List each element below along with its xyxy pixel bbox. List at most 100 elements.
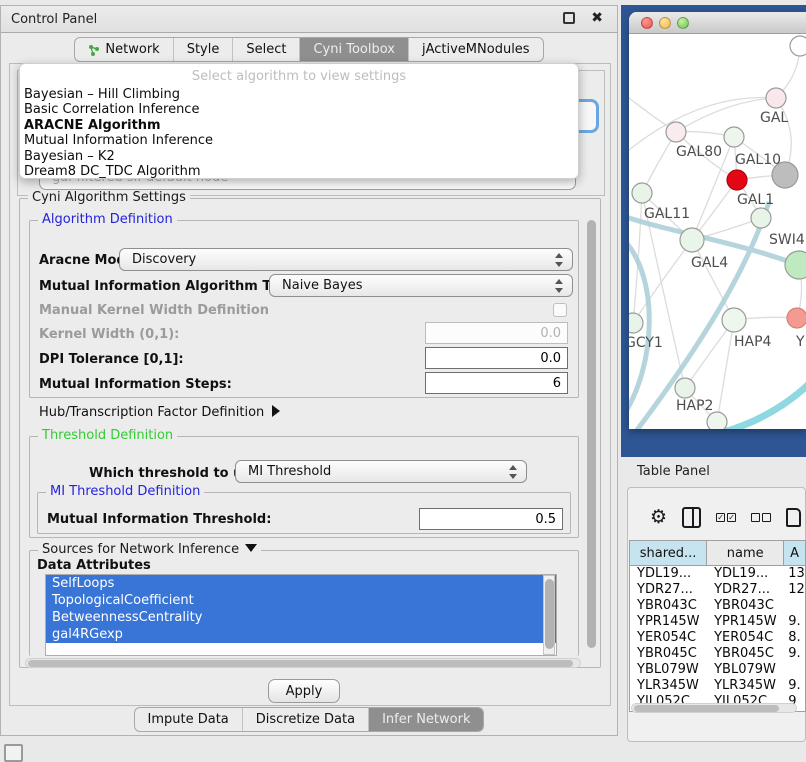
node-hap2[interactable]: [675, 378, 695, 398]
aracne-mode-combo[interactable]: Discovery: [119, 248, 573, 271]
algorithm-option-aracne[interactable]: ARACNE Algorithm: [20, 118, 578, 133]
cell: YLR345W: [707, 678, 784, 694]
mi-type-value: Naive Bayes: [282, 278, 362, 293]
algorithm-option-basic-correlation[interactable]: Basic Correlation Inference: [20, 102, 578, 117]
deselect-all-columns-icon[interactable]: [751, 513, 771, 522]
which-threshold-combo[interactable]: MI Threshold: [235, 460, 527, 483]
attribute-betweennesscentrality[interactable]: BetweennessCentrality: [46, 609, 556, 626]
manual-kernel-checkbox[interactable]: [553, 303, 567, 317]
tab-jactivemnodules[interactable]: jActiveMNodules: [409, 38, 543, 61]
tab-select[interactable]: Select: [233, 38, 300, 61]
node-unlabeled[interactable]: [790, 36, 806, 56]
export-table-icon[interactable]: [786, 508, 801, 527]
node-gal80[interactable]: [666, 122, 686, 142]
label-gal4: GAL4: [691, 255, 728, 271]
node-gal1-selected[interactable]: [727, 170, 747, 190]
bottom-tabstrip: Impute Data Discretize Data Infer Networ…: [1, 707, 617, 732]
control-panel-title: Control Panel: [11, 12, 97, 27]
table-horizontal-scrollbar[interactable]: [631, 703, 797, 713]
kernel-width-label: Kernel Width (0,1):: [39, 327, 179, 342]
tab-label: jActiveMNodules: [422, 42, 530, 57]
dpi-tolerance-field[interactable]: 0.0: [425, 347, 568, 369]
cell: YBL079W: [707, 662, 784, 678]
column-header-partial[interactable]: A: [784, 541, 805, 565]
settings-vertical-scrollbar[interactable]: [586, 202, 598, 664]
control-panel-titlebar[interactable]: Control Panel ✖: [1, 6, 617, 33]
network-view-window: GAL GAL80 GAL10 GAL1 GAL11 SWI4 GAL4 GCY…: [629, 12, 806, 429]
attribute-topologicalcoefficient[interactable]: TopologicalCoefficient: [46, 592, 556, 609]
sources-toggle[interactable]: Sources for Network Inference: [38, 542, 261, 557]
spinner-icon: [508, 465, 517, 479]
tab-infer-network[interactable]: Infer Network: [369, 708, 483, 731]
minimized-panel-icon[interactable]: [4, 744, 23, 762]
mi-threshold-label: Mutual Information Threshold:: [47, 512, 271, 527]
attribute-gal4rgexp[interactable]: gal4RGexp: [46, 626, 556, 643]
apply-button[interactable]: Apply: [268, 679, 340, 703]
node-gal11[interactable]: [632, 183, 652, 203]
tab-style[interactable]: Style: [174, 38, 234, 61]
node-gcy1[interactable]: [629, 313, 643, 333]
maximize-window-icon[interactable]: [677, 17, 689, 29]
collapsed-arrow-icon: [272, 405, 280, 417]
table-row[interactable]: YDL19...YDL19...13: [630, 566, 805, 582]
table-row[interactable]: YPR145WYPR145W9.: [630, 614, 805, 630]
table-row[interactable]: YLR345WYLR345W9.: [630, 678, 805, 694]
algorithm-option-bayesian-k2[interactable]: Bayesian – K2: [20, 149, 578, 164]
cell: YDR27...: [630, 582, 707, 598]
algorithm-option-dream8[interactable]: Dream8 DC_TDC Algorithm: [20, 164, 578, 179]
column-layout-icon[interactable]: [682, 507, 701, 528]
algorithm-option-bayesian-hill[interactable]: Bayesian – Hill Climbing: [20, 87, 578, 102]
close-window-icon[interactable]: [641, 17, 653, 29]
screen: Control Panel ✖ Network Style Select: [0, 0, 806, 762]
tab-label: Discretize Data: [256, 712, 355, 727]
column-header-shared-name[interactable]: shared...: [630, 541, 707, 565]
attributes-list-scrollbar[interactable]: [543, 575, 555, 655]
network-window-titlebar[interactable]: [629, 12, 806, 34]
label-gal11: GAL11: [644, 206, 690, 222]
node-gal10[interactable]: [724, 127, 744, 147]
table-row[interactable]: YBR043CYBR043C: [630, 598, 805, 614]
tab-discretize-data[interactable]: Discretize Data: [243, 708, 369, 731]
table-row[interactable]: YDR27...YDR27...12: [630, 582, 805, 598]
node-swi4[interactable]: [751, 208, 771, 228]
label-hap4: HAP4: [734, 334, 772, 350]
aracne-mode-value: Discovery: [132, 252, 196, 267]
node-gal4[interactable]: [680, 228, 704, 252]
node-gal[interactable]: [766, 88, 786, 108]
tab-impute-data[interactable]: Impute Data: [135, 708, 243, 731]
table-row[interactable]: YBR045CYBR045C9.: [630, 646, 805, 662]
cyni-algorithm-settings-title: Cyni Algorithm Settings: [28, 190, 190, 205]
tab-cyni-toolbox[interactable]: Cyni Toolbox: [300, 38, 409, 61]
mi-steps-field[interactable]: 6: [425, 372, 568, 394]
table-row[interactable]: YBL079WYBL079W: [630, 662, 805, 678]
kernel-width-field[interactable]: 0.0: [425, 322, 568, 344]
hub-definition-toggle[interactable]: Hub/Transcription Factor Definition: [39, 405, 280, 420]
cell: YER054C: [707, 630, 784, 646]
manual-kernel-label: Manual Kernel Width Definition: [39, 303, 269, 318]
close-panel-icon[interactable]: ✖: [591, 12, 603, 24]
attribute-selfloops[interactable]: SelfLoops: [46, 575, 556, 592]
tab-network[interactable]: Network: [75, 38, 173, 61]
table-settings-gear-icon[interactable]: ⚙: [650, 507, 667, 527]
mi-threshold-field[interactable]: 0.5: [419, 508, 563, 530]
tab-label: Style: [187, 42, 220, 57]
mi-type-combo[interactable]: Naive Bayes: [269, 274, 573, 297]
label-gal80: GAL80: [676, 144, 722, 160]
node-bright-green[interactable]: [785, 251, 806, 279]
node-table: shared... name A YDL19...YDL19...13 YDR2…: [629, 540, 806, 712]
float-panel-icon[interactable]: [563, 12, 575, 24]
label-y: Y: [795, 334, 805, 350]
mi-type-label: Mutual Information Algorithm Type:: [39, 279, 302, 294]
cell: YDL19...: [630, 566, 707, 582]
table-row[interactable]: YER054CYER054C8.: [630, 630, 805, 646]
tab-label: Cyni Toolbox: [313, 42, 395, 57]
select-all-columns-icon[interactable]: ✓✓: [716, 513, 736, 522]
node-hap4[interactable]: [722, 308, 746, 332]
network-graph-canvas[interactable]: GAL GAL80 GAL10 GAL1 GAL11 SWI4 GAL4 GCY…: [629, 34, 806, 429]
settings-horizontal-scrollbar[interactable]: [25, 658, 581, 668]
algorithm-option-mutual-information[interactable]: Mutual Information Inference: [20, 133, 578, 148]
node-salmon[interactable]: [787, 308, 806, 328]
column-header-name[interactable]: name: [707, 541, 784, 565]
minimize-window-icon[interactable]: [659, 17, 671, 29]
node-unlabeled-bottom[interactable]: [707, 412, 727, 429]
